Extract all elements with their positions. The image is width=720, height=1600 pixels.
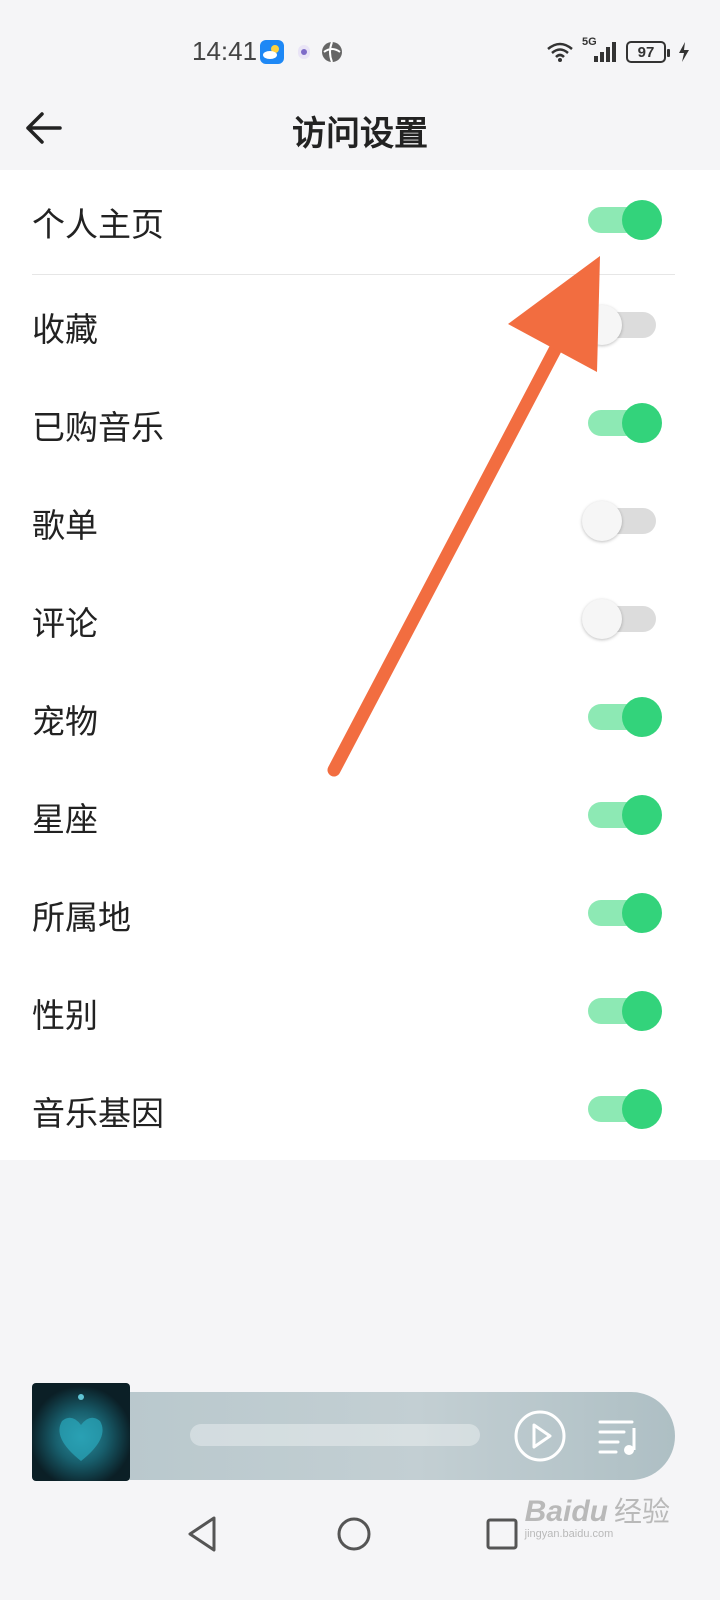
toggle-knob [622, 1089, 662, 1129]
nav-recents-icon [486, 1518, 518, 1550]
settings-row-label: 个人主页 [32, 205, 164, 244]
settings-row-label: 星座 [32, 800, 98, 839]
settings-row-label: 已购音乐 [32, 408, 164, 447]
visibility-toggle[interactable] [582, 501, 662, 541]
toggle-knob [622, 795, 662, 835]
settings-row: 评论 [0, 569, 720, 667]
battery-icon: 97 [626, 41, 670, 63]
settings-row-label: 音乐基因 [32, 1094, 164, 1133]
battery-level: 97 [637, 43, 655, 61]
toggle-knob [582, 501, 622, 541]
settings-row-label: 收藏 [32, 310, 98, 349]
playlist-button[interactable] [596, 1412, 644, 1460]
status-time: 14:41 [192, 36, 258, 66]
watermark: Baidu 经验 jingyan.baidu.com [525, 1490, 670, 1540]
nav-home-button[interactable] [330, 1510, 378, 1558]
settings-row-label: 宠物 [32, 702, 98, 741]
toggle-knob [622, 200, 662, 240]
watermark-sub: 经验 [613, 1496, 670, 1527]
play-icon [514, 1410, 566, 1462]
watermark-url: jingyan.baidu.com [524, 1528, 614, 1540]
charging-icon [679, 42, 689, 62]
toggle-knob [622, 893, 662, 933]
visibility-toggle[interactable] [582, 991, 662, 1031]
wifi-icon [547, 42, 573, 62]
nav-home-icon [337, 1517, 371, 1551]
settings-row: 音乐基因 [0, 1059, 720, 1157]
toggle-knob [582, 599, 622, 639]
play-button[interactable] [512, 1408, 568, 1464]
nav-back-button[interactable] [180, 1510, 228, 1558]
settings-row: 收藏 [0, 275, 720, 373]
visibility-toggle[interactable] [582, 599, 662, 639]
settings-row: 性别 [0, 961, 720, 1059]
settings-row: 星座 [0, 765, 720, 863]
toggle-knob [582, 305, 622, 345]
player-song-title [190, 1424, 480, 1446]
settings-list: 个人主页收藏已购音乐歌单评论宠物星座所属地性别音乐基因 [0, 170, 720, 1160]
visibility-toggle[interactable] [582, 697, 662, 737]
toggle-knob [622, 403, 662, 443]
settings-row-label: 所属地 [32, 898, 131, 937]
header: 访问设置 [0, 88, 720, 170]
settings-row-label: 评论 [32, 604, 98, 643]
settings-row: 已购音乐 [0, 373, 720, 471]
nav-recents-button[interactable] [478, 1510, 526, 1558]
settings-row: 个人主页 [0, 170, 720, 268]
visibility-toggle[interactable] [582, 1089, 662, 1129]
page-title: 访问设置 [292, 114, 428, 154]
toggle-knob [622, 991, 662, 1031]
signal-icon: 5G [582, 36, 618, 64]
visibility-toggle[interactable] [582, 305, 662, 345]
status-bar: 14:41 5G 97 [0, 0, 720, 100]
settings-row: 所属地 [0, 863, 720, 961]
status-right: 5G 97 [546, 36, 690, 66]
playlist-icon [598, 1420, 636, 1455]
visibility-toggle[interactable] [582, 200, 662, 240]
settings-row: 歌单 [0, 471, 720, 569]
visibility-toggle[interactable] [582, 403, 662, 443]
album-cover[interactable] [32, 1383, 130, 1481]
weather-app-icon [260, 40, 284, 64]
toggle-knob [622, 697, 662, 737]
watermark-brand: Baidu [524, 1495, 608, 1528]
visibility-toggle[interactable] [582, 795, 662, 835]
nav-back-icon [188, 1516, 216, 1552]
settings-row-label: 歌单 [32, 506, 98, 545]
visibility-toggle[interactable] [582, 893, 662, 933]
security-app-icon [292, 40, 316, 64]
settings-row-label: 性别 [32, 996, 98, 1035]
browser-app-icon [320, 40, 344, 64]
settings-row: 宠物 [0, 667, 720, 765]
